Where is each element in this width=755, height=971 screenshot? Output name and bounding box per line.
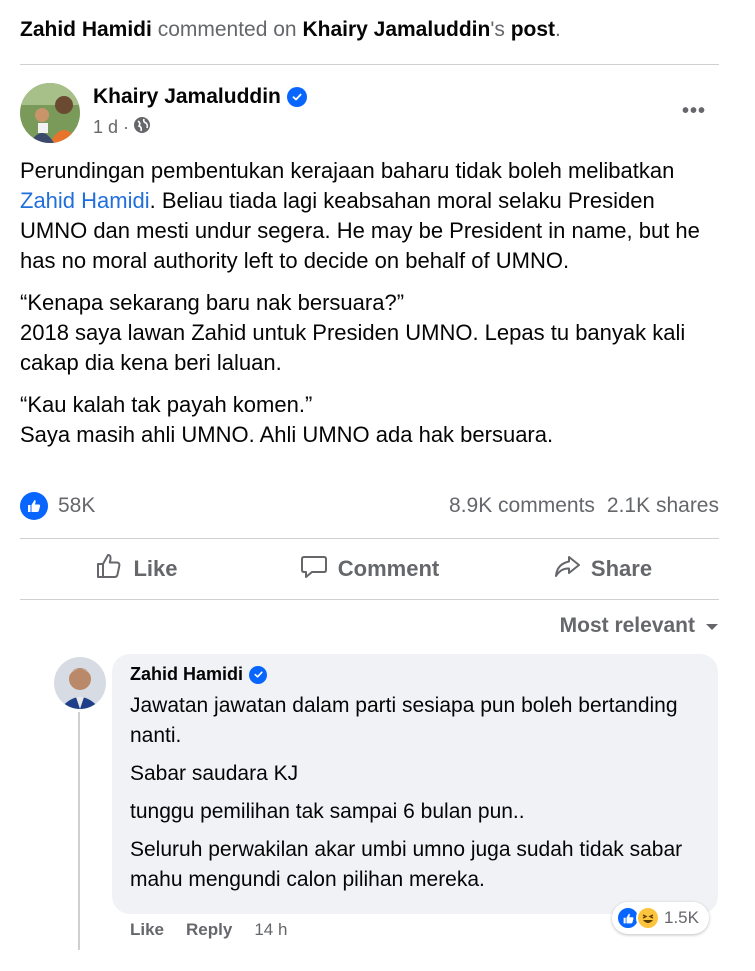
like-reaction-icon <box>20 492 48 520</box>
comments-count[interactable]: 8.9K comments <box>449 494 595 518</box>
share-button-label: Share <box>590 556 653 581</box>
post-time[interactable]: 1 d · <box>93 117 129 138</box>
post-text: “Kau kalah tak payah komen.” <box>20 392 313 417</box>
post-text: “Kenapa sekarang baru nak bersuara?” <box>20 290 405 315</box>
thumbs-up-icon <box>95 552 123 586</box>
post-counts: 8.9K comments 2.1K shares <box>449 494 719 518</box>
post-author: Khairy Jamaluddin <box>93 85 307 109</box>
actions-top-divider <box>20 538 719 539</box>
comment-author: Zahid Hamidi <box>130 664 700 685</box>
activity-verb: commented on <box>151 18 303 41</box>
comment-author-avatar[interactable] <box>54 657 106 709</box>
comment-reactions[interactable]: 1.5K <box>612 902 709 934</box>
comment-sort-dropdown[interactable]: Most relevant <box>560 614 719 638</box>
comment-text: Jawatan jawatan dalam parti sesiapa pun … <box>130 691 700 895</box>
activity-post-link[interactable]: post <box>511 18 555 41</box>
post-reactions[interactable]: 58K <box>20 492 95 520</box>
activity-period: . <box>555 18 561 41</box>
post-meta: 1 d · <box>93 116 151 139</box>
comment-line: Seluruh perwakilan akar umbi umno juga s… <box>130 838 683 891</box>
post-paragraph-2: “Kenapa sekarang baru nak bersuara?” 2018… <box>20 288 725 378</box>
activity-target-link[interactable]: Khairy Jamaluddin <box>302 18 490 41</box>
comment-line: Sabar saudara KJ <box>130 762 299 785</box>
comment-like-button[interactable]: Like <box>130 920 164 940</box>
post-paragraph-1: Perundingan pembentukan kerajaan baharu … <box>20 156 725 276</box>
post-text: Saya masih ahli UMNO. Ahli UMNO ada hak … <box>20 422 554 447</box>
post-text: 2018 saya lawan Zahid untuk Presiden UMN… <box>20 320 686 375</box>
comment-line: tunggu pemilihan tak sampai 6 bulan pun.… <box>130 800 525 823</box>
like-button[interactable]: Like <box>20 552 253 586</box>
post-author-name[interactable]: Khairy Jamaluddin <box>93 85 281 109</box>
comment-reaction-count: 1.5K <box>664 908 699 927</box>
mention-link[interactable]: Zahid Hamidi <box>20 188 150 213</box>
caret-down-icon <box>705 614 719 638</box>
like-button-label: Like <box>133 556 178 581</box>
verified-badge-icon <box>286 87 307 107</box>
comment-time[interactable]: 14 h <box>254 920 287 940</box>
comment-author-name[interactable]: Zahid Hamidi <box>130 664 243 685</box>
verified-badge-icon <box>249 665 268 684</box>
post-author-avatar[interactable] <box>20 83 80 143</box>
share-arrow-icon <box>553 552 581 586</box>
share-button[interactable]: Share <box>486 552 719 586</box>
post-paragraph-3: “Kau kalah tak payah komen.” Saya masih a… <box>20 390 725 450</box>
haha-reaction-icon <box>636 906 660 930</box>
activity-actor-link[interactable]: Zahid Hamidi <box>20 18 152 41</box>
activity-header: Zahid Hamidi commented on Khairy Jamalud… <box>20 18 561 42</box>
post-actions: Like Comment Share <box>20 552 719 586</box>
comment-button[interactable]: Comment <box>253 552 486 586</box>
actions-bottom-divider <box>20 599 719 600</box>
comment-bubble-icon <box>300 552 328 586</box>
activity-owner-suffix: 's <box>490 18 511 41</box>
comment-line: Jawatan jawatan dalam parti sesiapa pun … <box>130 694 678 747</box>
post-more-options-icon[interactable]: ••• <box>682 100 706 123</box>
header-divider <box>20 64 719 65</box>
comment-bubble: Zahid Hamidi Jawatan jawatan dalam parti… <box>112 654 718 914</box>
shares-count[interactable]: 2.1K shares <box>607 494 719 518</box>
post-body: Perundingan pembentukan kerajaan baharu … <box>20 156 725 462</box>
comment-button-label: Comment <box>337 556 440 581</box>
comment-actions: Like Reply 14 h <box>130 920 287 940</box>
comment-reply-button[interactable]: Reply <box>186 920 232 940</box>
reply-thread-line <box>78 712 80 950</box>
post-text: Perundingan pembentukan kerajaan baharu … <box>20 158 675 183</box>
reactions-count: 58K <box>58 494 96 517</box>
sort-label: Most relevant <box>559 614 695 637</box>
globe-icon <box>133 116 151 139</box>
